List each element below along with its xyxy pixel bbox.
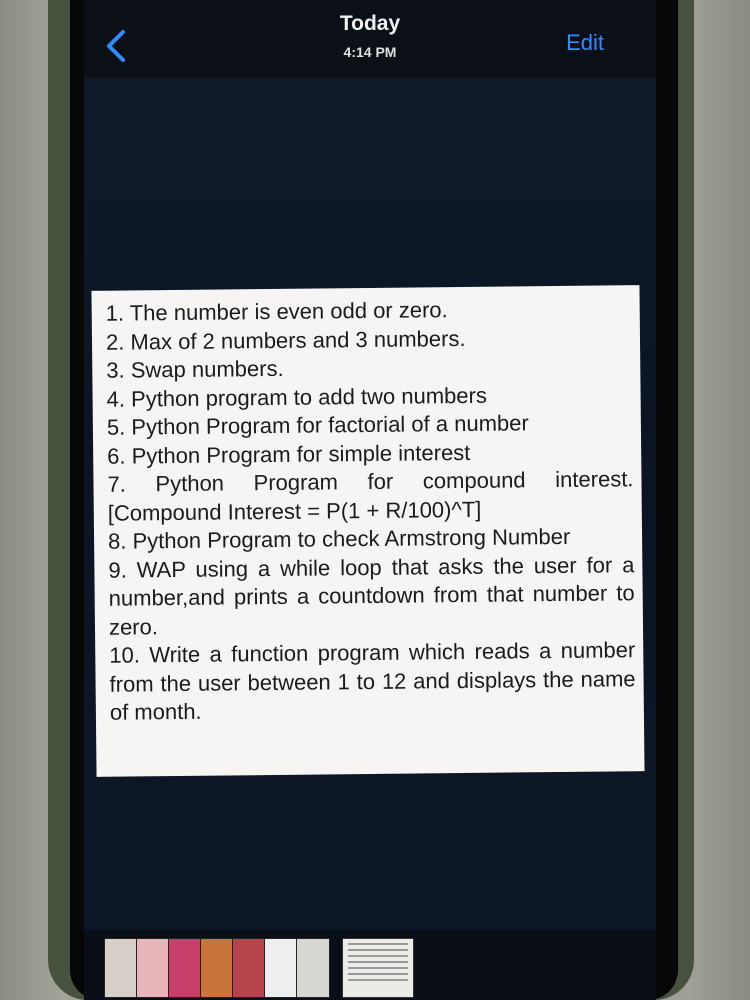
thumbnail[interactable]: [232, 938, 266, 998]
thumbnail[interactable]: [264, 938, 298, 998]
thumbnail[interactable]: [136, 938, 170, 998]
thumbnail[interactable]: [296, 938, 330, 998]
edit-button[interactable]: Edit: [566, 30, 604, 56]
list-item: 10. Write a function program which reads…: [109, 637, 636, 725]
photo-content: 1. The number is even odd or zero. 2. Ma…: [91, 285, 645, 777]
thumbnail-strip[interactable]: [84, 930, 656, 1000]
list-item: 7. Python Program for compound interest.…: [107, 466, 634, 526]
thumbnail[interactable]: [168, 938, 202, 998]
navigation-bar: Today 4:14 PM Edit: [84, 0, 656, 78]
thumbnail[interactable]: [104, 938, 138, 998]
thumbnail[interactable]: [200, 938, 234, 998]
assignment-list: 1. The number is even odd or zero. 2. Ma…: [106, 294, 636, 727]
photo-viewer-screen: Today 4:14 PM Edit 1. The number is even…: [84, 0, 656, 1000]
list-item: 9. WAP using a while loop that asks the …: [108, 551, 635, 640]
thumbnail-current[interactable]: [342, 938, 414, 998]
